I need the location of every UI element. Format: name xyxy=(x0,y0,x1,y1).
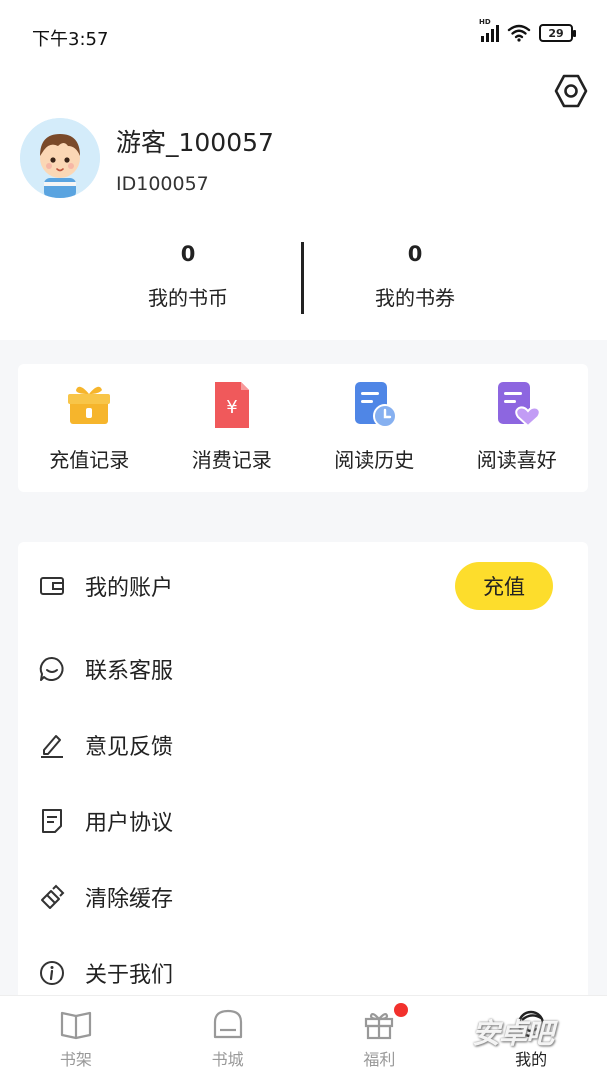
menu-item-label: 用户协议 xyxy=(85,811,174,836)
battery-level: 29 xyxy=(548,26,564,40)
store-icon xyxy=(213,1009,242,1039)
notification-badge xyxy=(393,1003,408,1017)
menu-item-about-us[interactable]: 关于我们 xyxy=(18,943,588,1003)
document-icon xyxy=(42,809,62,833)
quick-consumption-records[interactable]: ¥ 消费记录 xyxy=(161,364,304,492)
voucher-balance-label: 我的书券 xyxy=(375,286,455,310)
quick-reading-preferences[interactable]: 阅读喜好 xyxy=(446,364,589,492)
info-icon xyxy=(40,961,64,985)
username: 游客_100057 xyxy=(116,128,274,157)
recharge-button[interactable]: 充值 xyxy=(455,562,553,610)
quick-recharge-records[interactable]: 充值记录 xyxy=(18,364,161,492)
gift-box-icon xyxy=(68,386,111,424)
menu-item-label: 清除缓存 xyxy=(85,887,174,912)
battery-icon: 29 xyxy=(539,24,576,42)
menu-item-label: 我的账户 xyxy=(85,576,174,601)
gift-icon xyxy=(365,1012,394,1040)
chat-bubble-icon xyxy=(39,656,64,681)
tab-label: 书架 xyxy=(59,1050,92,1069)
user-face-icon xyxy=(517,1010,545,1038)
menu-item-clear-cache[interactable]: 清除缓存 xyxy=(18,867,588,927)
user-id: ID100057 xyxy=(116,173,209,195)
wifi-icon xyxy=(507,24,531,42)
coin-balance-label: 我的书币 xyxy=(148,286,228,310)
quick-actions: 充值记录 ¥ 消费记录 阅读历史 阅读喜好 xyxy=(18,364,588,492)
status-time: 下午3:57 xyxy=(32,29,109,50)
wallet-icon xyxy=(40,577,64,595)
tab-benefits[interactable]: 福利 xyxy=(304,996,456,1080)
quick-consumption-records-label: 消费记录 xyxy=(191,448,272,472)
profile-card: 游客_100057 ID100057 0 我的书币 0 我的书券 xyxy=(0,70,607,340)
menu-item-label: 意见反馈 xyxy=(85,735,174,760)
menu-item-feedback[interactable]: 意见反馈 xyxy=(18,715,588,775)
yuan-receipt-icon: ¥ xyxy=(214,382,249,428)
history-doc-icon xyxy=(355,382,398,428)
quick-recharge-records-label: 充值记录 xyxy=(49,448,130,472)
voucher-balance-value: 0 xyxy=(407,242,423,266)
tab-bookstore[interactable]: 书城 xyxy=(152,996,304,1080)
settings-hexagon-icon[interactable] xyxy=(553,73,589,109)
tab-label: 书城 xyxy=(211,1050,244,1069)
menu-item-user-agreement[interactable]: 用户协议 xyxy=(18,791,588,851)
cellular-signal-icon: HD xyxy=(479,18,499,42)
eraser-icon xyxy=(41,884,65,909)
bottom-tab-bar: 书架 书城 福利 我的 xyxy=(0,995,607,1080)
coin-balance[interactable]: 0 我的书币 xyxy=(88,242,288,311)
avatar[interactable] xyxy=(20,118,100,198)
quick-reading-history-label: 阅读历史 xyxy=(334,448,415,472)
status-bar: 下午3:57 HD 29 xyxy=(0,0,607,70)
menu-item-label: 联系客服 xyxy=(85,659,174,684)
tab-label: 福利 xyxy=(363,1050,396,1069)
heart-doc-icon xyxy=(497,382,541,428)
voucher-balance[interactable]: 0 我的书券 xyxy=(315,242,515,311)
stats-divider xyxy=(301,242,304,314)
svg-text:¥: ¥ xyxy=(226,397,237,418)
settings-menu: 我的账户 充值 联系客服 意见反馈 用户协议 清除缓存 关于我们 xyxy=(18,542,588,1012)
book-icon xyxy=(60,1011,91,1040)
quick-reading-history[interactable]: 阅读历史 xyxy=(303,364,446,492)
tab-label: 我的 xyxy=(515,1050,548,1069)
boy-avatar-icon xyxy=(20,118,100,198)
status-icons: HD 29 xyxy=(479,18,576,42)
pencil-icon xyxy=(41,735,63,758)
tab-bookshelf[interactable]: 书架 xyxy=(0,996,152,1080)
coin-balance-value: 0 xyxy=(180,242,196,266)
menu-item-customer-service[interactable]: 联系客服 xyxy=(18,639,588,699)
tab-mine[interactable]: 我的 xyxy=(455,996,607,1080)
quick-reading-preferences-label: 阅读喜好 xyxy=(476,448,557,472)
menu-item-label: 关于我们 xyxy=(85,963,174,988)
menu-item-my-account[interactable]: 我的账户 充值 xyxy=(18,556,588,616)
